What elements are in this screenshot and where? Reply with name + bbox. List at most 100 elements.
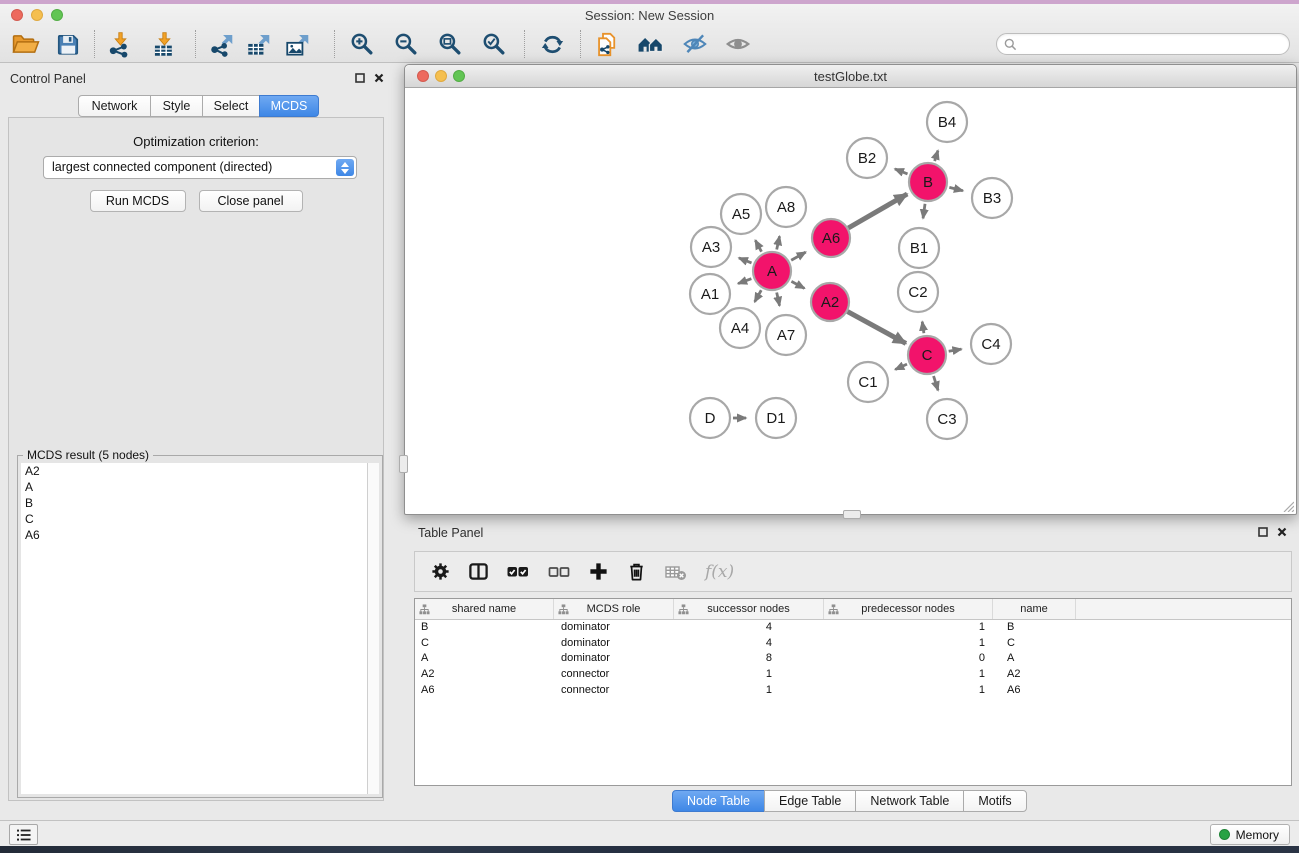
graph-edge-C-C4[interactable]: [949, 349, 962, 351]
canvas-left-grip[interactable]: [399, 455, 408, 473]
zoom-fit-button[interactable]: [438, 32, 463, 57]
graph-edge-A-A1[interactable]: [738, 279, 751, 284]
cell-successors: 4: [674, 620, 824, 636]
window-resize-grip[interactable]: [1281, 499, 1294, 512]
mcds-result-item[interactable]: B: [21, 495, 367, 511]
graph-edge-A-A4[interactable]: [755, 290, 762, 302]
graph-edge-A-A5[interactable]: [755, 240, 761, 251]
network-canvas[interactable]: AA1A2A3A4A5A6A7A8BB1B2B3B4CC1C2C3C4DD1: [405, 89, 1296, 514]
network-graph[interactable]: AA1A2A3A4A5A6A7A8BB1B2B3B4CC1C2C3C4DD1: [405, 89, 1296, 514]
deselect-all-button[interactable]: [547, 561, 571, 583]
close-panel-icon[interactable]: [374, 73, 384, 83]
zoom-in-button[interactable]: [350, 32, 375, 57]
graph-node-label-A3: A3: [702, 239, 720, 256]
add-column-button[interactable]: [588, 561, 609, 582]
graph-node-label-B2: B2: [858, 150, 876, 167]
import-network-button[interactable]: [107, 31, 134, 58]
zoom-selected-button[interactable]: [482, 32, 507, 57]
graph-node-label-B4: B4: [938, 114, 956, 131]
memory-button[interactable]: Memory: [1210, 824, 1290, 845]
graph-edge-A-A2[interactable]: [791, 281, 804, 288]
function-builder-button[interactable]: f(x): [705, 562, 734, 582]
clone-network-button[interactable]: [594, 31, 621, 58]
graph-edge-B-B3[interactable]: [949, 187, 963, 190]
mcds-result-item[interactable]: A2: [21, 463, 367, 479]
tab-select[interactable]: Select: [202, 95, 260, 117]
home-layout-button[interactable]: [636, 31, 665, 57]
table-row[interactable]: A6connector11A6: [415, 683, 1291, 699]
mcds-result-list[interactable]: A2ABCA6: [21, 463, 367, 794]
zoom-out-button[interactable]: [394, 32, 419, 57]
select-all-button[interactable]: [506, 561, 530, 583]
criterion-value: largest connected component (directed): [52, 160, 272, 174]
network-window-titlebar[interactable]: testGlobe.txt: [405, 65, 1296, 88]
graph-edge-A2-C[interactable]: [848, 312, 906, 344]
cell-mcds_role: dominator: [554, 620, 674, 636]
mcds-result-item[interactable]: C: [21, 511, 367, 527]
cell-mcds_role: connector: [554, 667, 674, 683]
open-session-button[interactable]: [11, 31, 41, 57]
column-header-name[interactable]: name: [993, 599, 1076, 619]
graph-edge-B-B1[interactable]: [923, 204, 925, 218]
tab-style[interactable]: Style: [150, 95, 203, 117]
export-network-button[interactable]: [209, 31, 236, 58]
graph-edge-A-A8[interactable]: [777, 236, 780, 249]
graph-edge-C-C3[interactable]: [934, 376, 938, 390]
search-field[interactable]: [996, 33, 1290, 55]
table-options-button[interactable]: [430, 561, 451, 582]
graph-edge-A-A6[interactable]: [791, 252, 805, 260]
column-header-successor-nodes[interactable]: successor nodes: [674, 599, 824, 619]
graph-edge-C-C1[interactable]: [895, 364, 907, 369]
hide-graphics-details-button[interactable]: [682, 31, 708, 57]
column-header-predecessor-nodes[interactable]: predecessor nodes: [824, 599, 993, 619]
mcds-result-title: MCDS result (5 nodes): [23, 448, 153, 462]
graph-edge-C-C2[interactable]: [922, 322, 924, 334]
save-floppy-icon: [55, 31, 81, 57]
mcds-panel: Optimization criterion: largest connecte…: [8, 117, 384, 801]
table-row[interactable]: A2connector11A2: [415, 667, 1291, 683]
refresh-view-button[interactable]: [540, 32, 565, 57]
tab-edge-table[interactable]: Edge Table: [764, 790, 856, 812]
clone-network-icon: [594, 31, 621, 58]
tab-mcds[interactable]: MCDS: [259, 95, 319, 117]
float-table-panel-icon[interactable]: [1258, 527, 1268, 537]
close-panel-button[interactable]: Close panel: [199, 190, 303, 212]
result-scrollbar[interactable]: [367, 463, 379, 794]
import-table-button[interactable]: [151, 31, 178, 58]
export-image-button[interactable]: [285, 31, 312, 58]
app-titlebar-toolbar: Session: New Session: [0, 4, 1299, 63]
cell-shared_name: C: [415, 636, 554, 652]
graph-edge-A-A3[interactable]: [739, 258, 752, 263]
graph-edge-A-A7[interactable]: [777, 292, 780, 305]
column-header-shared-name[interactable]: shared name: [415, 599, 554, 619]
show-graphics-details-button[interactable]: [725, 31, 751, 57]
save-session-button[interactable]: [55, 31, 81, 57]
graph-node-label-A: A: [767, 263, 777, 280]
float-panel-icon[interactable]: [355, 73, 365, 83]
graph-edge-B-B2[interactable]: [895, 169, 908, 174]
close-table-panel-icon[interactable]: [1277, 527, 1287, 537]
delete-table-button[interactable]: [664, 561, 688, 583]
tab-motifs[interactable]: Motifs: [963, 790, 1026, 812]
criterion-dropdown[interactable]: largest connected component (directed): [43, 156, 357, 179]
column-header-MCDS-role[interactable]: MCDS role: [554, 599, 674, 619]
tab-network[interactable]: Network: [78, 95, 151, 117]
tab-network-table[interactable]: Network Table: [855, 790, 964, 812]
graph-edge-B-B4[interactable]: [935, 151, 938, 161]
graph-edge-A6-B[interactable]: [848, 194, 907, 228]
mcds-result-item[interactable]: A6: [21, 527, 367, 543]
toolbar-separator: [524, 30, 525, 58]
table-row[interactable]: Cdominator41C: [415, 636, 1291, 652]
show-columns-button[interactable]: [468, 561, 489, 582]
table-row[interactable]: Adominator80A: [415, 651, 1291, 667]
show-panels-button[interactable]: [9, 824, 38, 845]
delete-column-button[interactable]: [626, 561, 647, 582]
run-mcds-button[interactable]: Run MCDS: [90, 190, 186, 212]
export-table-button[interactable]: [246, 31, 273, 58]
search-input[interactable]: [1017, 37, 1289, 51]
cell-mcds_role: dominator: [554, 636, 674, 652]
tab-node-table[interactable]: Node Table: [672, 790, 765, 812]
mcds-result-item[interactable]: A: [21, 479, 367, 495]
cell-predecessors: 0: [824, 651, 993, 667]
table-row[interactable]: Bdominator41B: [415, 620, 1291, 636]
